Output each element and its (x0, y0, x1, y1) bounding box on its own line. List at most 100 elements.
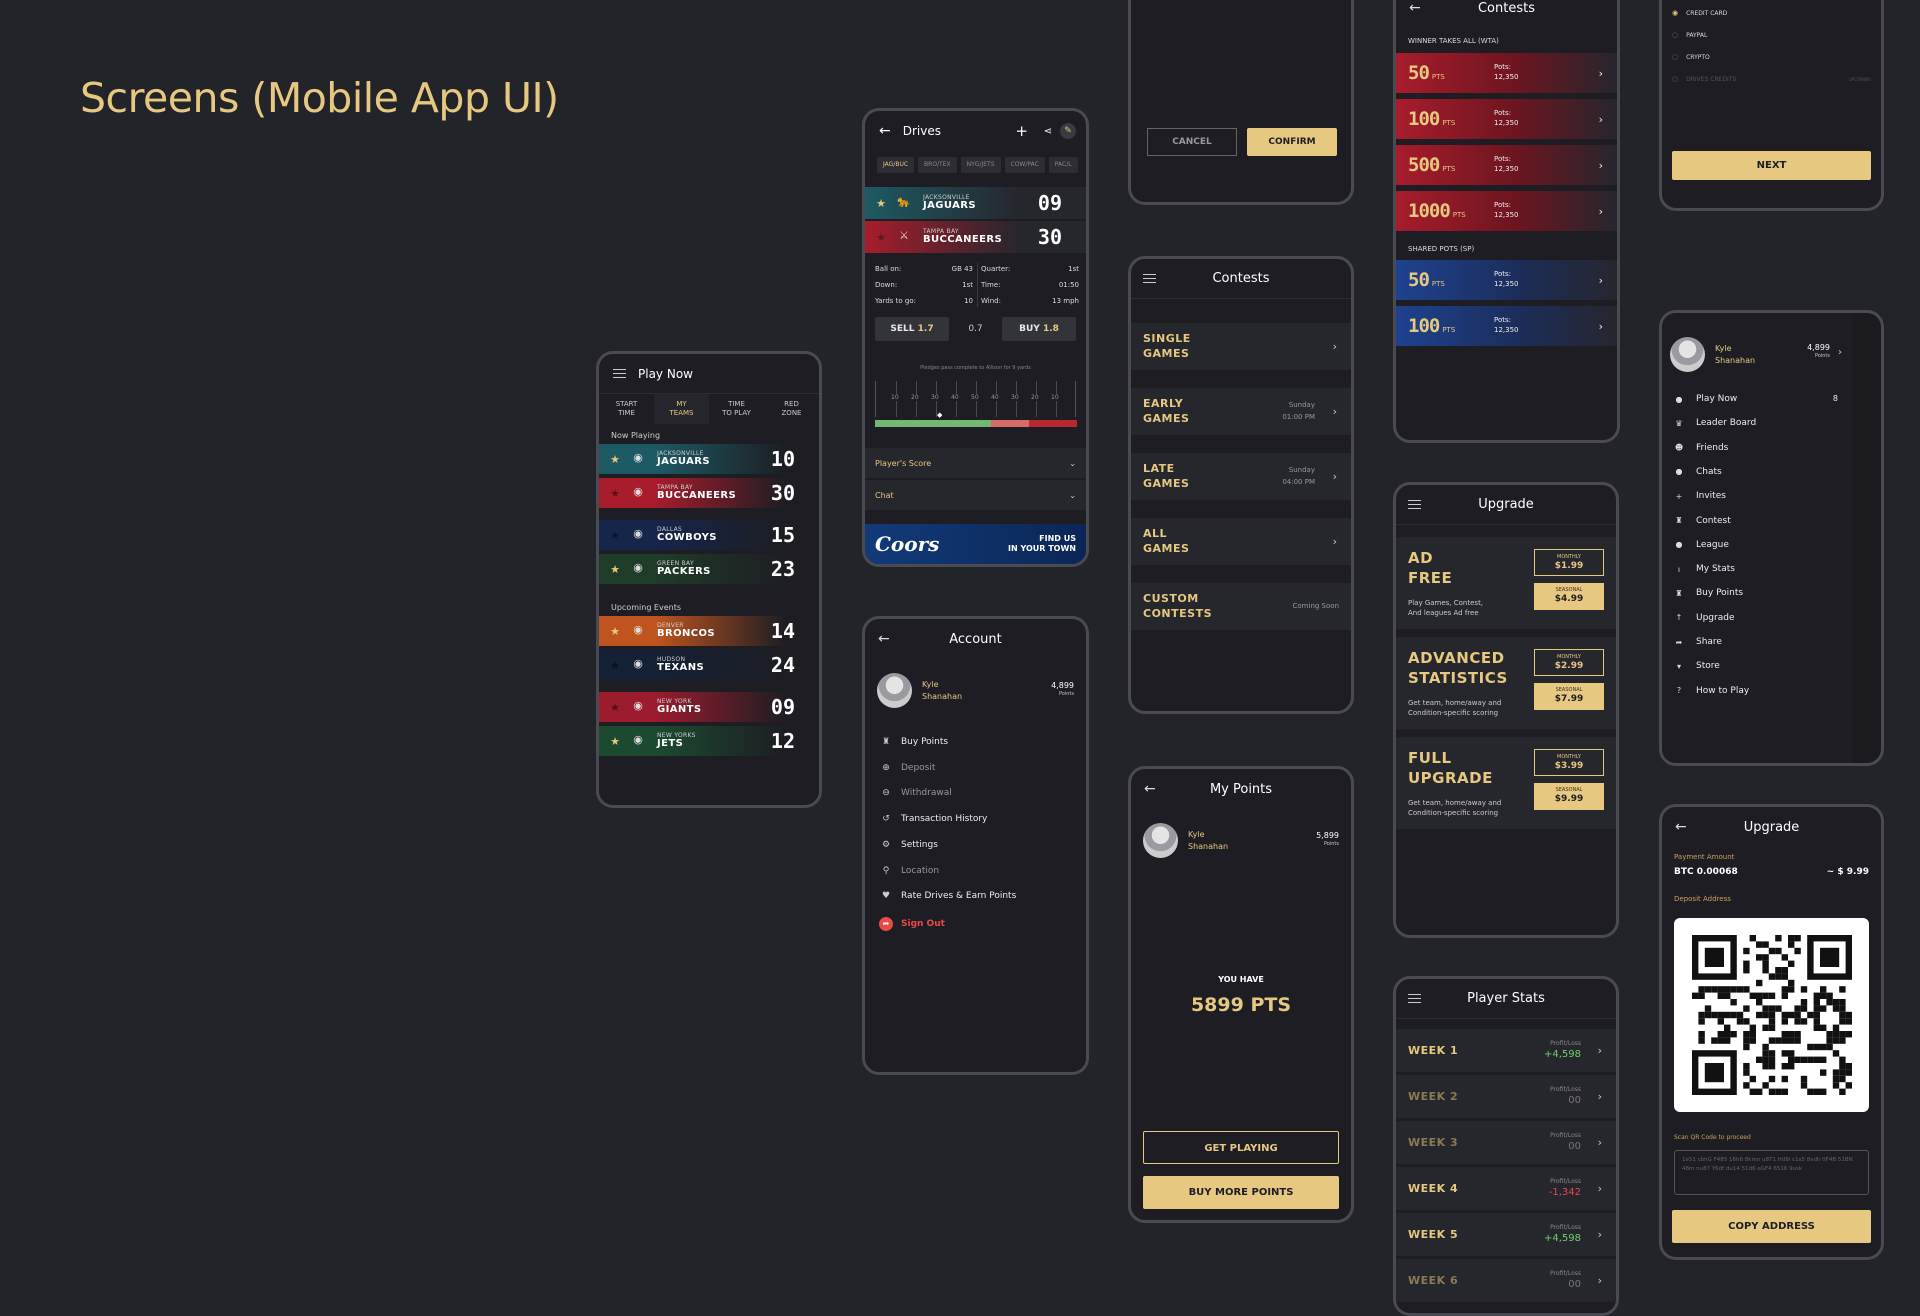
account-menu-item[interactable]: ⚙ Settings (879, 840, 938, 850)
team-row[interactable]: ★ ◉ DENVER BRONCOS 14 (599, 616, 819, 646)
confirm-button[interactable]: CONFIRM (1247, 128, 1337, 156)
game-tab[interactable]: NYG/JETS (960, 157, 1001, 173)
players-score-section[interactable]: Player's Score ⌄ (865, 448, 1086, 478)
deposit-address-field[interactable]: 1e51 cbhG F485 16h6 8kmn u8T1 Hd9l c1s5 … (1674, 1150, 1869, 1195)
account-menu-item[interactable]: ⚲ Location (879, 866, 939, 876)
seasonal-price-button[interactable]: SEASONAL $4.99 (1534, 583, 1604, 610)
chevron-right-icon[interactable]: › (1838, 347, 1842, 358)
week-row[interactable]: WEEK 5 Profit/Loss +4,598 › (1396, 1213, 1616, 1256)
side-menu-item[interactable]: ♜ Buy Points (1674, 588, 1743, 598)
account-menu-item[interactable]: ➦ Sign Out (879, 916, 945, 931)
side-menu-item[interactable]: ♛ Leader Board (1674, 418, 1756, 428)
menu-icon[interactable] (1408, 994, 1421, 1003)
back-arrow-icon[interactable]: ← (1675, 819, 1687, 835)
menu-icon[interactable] (1408, 500, 1421, 509)
pin-icon[interactable]: ✎ (1060, 123, 1076, 139)
side-menu-item[interactable]: ▾ Store (1674, 661, 1720, 671)
account-menu-item[interactable]: ♜ Buy Points (879, 737, 948, 747)
cancel-button[interactable]: CANCEL (1147, 128, 1237, 156)
pot-row[interactable]: 50 PTS Pots: 12,350 › (1396, 260, 1617, 300)
side-menu-item[interactable]: ı My Stats (1674, 564, 1735, 574)
account-menu-item[interactable]: ♥ Rate Drives & Earn Points (879, 891, 1016, 901)
side-menu-item[interactable]: ? How to Play (1674, 686, 1749, 696)
contest-item[interactable]: SINGLE GAMES › (1131, 323, 1351, 370)
team-row[interactable]: ★ ◉ HUDSON TEXANS 24 (599, 650, 819, 680)
copy-address-button[interactable]: COPY ADDRESS (1672, 1210, 1871, 1243)
menu-icon[interactable] (1143, 274, 1156, 283)
week-row[interactable]: WEEK 2 Profit/Loss 00 › (1396, 1075, 1616, 1118)
star-icon[interactable]: ★ (607, 701, 623, 714)
star-icon[interactable]: ★ (607, 735, 623, 748)
add-icon[interactable]: + (1015, 122, 1028, 140)
star-icon[interactable]: ★ (873, 231, 889, 244)
pot-row[interactable]: 100 PTS Pots: 12,350 › (1396, 99, 1617, 139)
pot-row[interactable]: 500 PTS Pots: 12,350 › (1396, 145, 1617, 185)
next-button[interactable]: NEXT (1672, 151, 1871, 180)
menu-icon[interactable] (613, 369, 626, 378)
contest-item[interactable]: LATE GAMES Sunday 04:00 PM › (1131, 453, 1351, 500)
radio-icon[interactable]: ○ (1672, 31, 1678, 39)
radio-icon[interactable]: ○ (1672, 53, 1678, 61)
star-icon[interactable]: ★ (607, 659, 623, 672)
tab-time-to-play[interactable]: TIME TO PLAY (709, 394, 764, 424)
back-arrow-icon[interactable]: ← (1409, 0, 1421, 16)
contest-item[interactable]: EARLY GAMES Sunday 01:00 PM › (1131, 388, 1351, 435)
pot-row[interactable]: 1000 PTS Pots: 12,350 › (1396, 191, 1617, 231)
game-tab[interactable]: BRO/TEX (918, 157, 957, 173)
game-tab[interactable]: JAG/BUC (877, 157, 915, 173)
chat-section[interactable]: Chat ⌄ (865, 480, 1086, 510)
side-menu-item[interactable]: ♜ Contest (1674, 516, 1730, 526)
profile-row[interactable]: Kyle Shanahan (877, 673, 962, 708)
buy-button[interactable]: BUY 1.8 (1002, 317, 1076, 341)
profile-row[interactable]: Kyle Shanahan (1143, 823, 1228, 858)
star-icon[interactable]: ★ (873, 197, 889, 210)
side-menu-item[interactable]: ↑ Upgrade (1674, 613, 1735, 623)
team-row[interactable]: ★ ◉ JACKSONVILLE JAGUARS 10 (599, 444, 819, 474)
star-icon[interactable]: ★ (607, 563, 623, 576)
seasonal-price-button[interactable]: SEASONAL $7.99 (1534, 683, 1604, 710)
contest-item[interactable]: ALL GAMES › (1131, 518, 1351, 565)
star-icon[interactable]: ★ (607, 529, 623, 542)
side-menu-item[interactable]: + Invites (1674, 491, 1726, 501)
side-menu-item[interactable]: ● Play Now (1674, 394, 1738, 404)
tab-my-teams[interactable]: MY TEAMS (654, 394, 709, 424)
monthly-price-button[interactable]: MONTHLY $3.99 (1534, 749, 1604, 776)
team-row[interactable]: ★ ◉ GREEN BAY PACKERS 23 (599, 554, 819, 584)
team-row[interactable]: ★ ◉ TAMPA BAY BUCCANEERS 30 (599, 478, 819, 508)
payment-option[interactable]: ◉ CREDIT CARD (1672, 9, 1871, 17)
profile-row[interactable]: Kyle Shanahan (1670, 337, 1755, 372)
payment-option[interactable]: ○ PAYPAL (1672, 31, 1871, 39)
contest-item[interactable]: CUSTOM CONTESTS Coming Soon (1131, 583, 1351, 630)
pot-row[interactable]: 50 PTS Pots: 12,350 › (1396, 53, 1617, 93)
account-menu-item[interactable]: ⊕ Deposit (879, 763, 935, 773)
back-arrow-icon[interactable]: ← (879, 123, 891, 139)
account-menu-item[interactable]: ⊖ Withdrawal (879, 788, 952, 798)
back-arrow-icon[interactable]: ← (878, 631, 890, 647)
get-playing-button[interactable]: GET PLAYING (1143, 1131, 1339, 1164)
team-row[interactable]: ★ ◉ DALLAS COWBOYS 15 (599, 520, 819, 550)
payment-option[interactable]: ○ CRYPTO (1672, 53, 1871, 61)
game-tab[interactable]: COW/PAC (1004, 157, 1045, 173)
week-row[interactable]: WEEK 3 Profit/Loss 00 › (1396, 1121, 1616, 1164)
monthly-price-button[interactable]: MONTHLY $2.99 (1534, 649, 1604, 676)
side-menu-item[interactable]: ● Chats (1674, 467, 1722, 477)
sell-button[interactable]: SELL 1.7 (875, 317, 949, 341)
tab-start-time[interactable]: START TIME (599, 394, 654, 424)
side-menu-item[interactable]: ➦ Share (1674, 637, 1722, 647)
payment-option[interactable]: ○ DRIVES CREDITS UPCOMING (1672, 75, 1871, 83)
week-row[interactable]: WEEK 1 Profit/Loss +4,598 › (1396, 1029, 1616, 1072)
side-menu-item[interactable]: ☻ Friends (1674, 443, 1729, 453)
coors-ad-banner[interactable]: Coors FIND US IN YOUR TOWN (865, 524, 1086, 564)
star-icon[interactable]: ★ (607, 453, 623, 466)
seasonal-price-button[interactable]: SEASONAL $9.99 (1534, 783, 1604, 810)
game-tab[interactable]: PAC/L (1048, 157, 1078, 173)
side-menu-item[interactable]: ● League (1674, 540, 1729, 550)
team-row[interactable]: ★ ◉ NEW YORKS JETS 12 (599, 726, 819, 756)
week-row[interactable]: WEEK 4 Profit/Loss -1,342 › (1396, 1167, 1616, 1210)
team-row[interactable]: ★ ◉ NEW YORK GIANTS 09 (599, 692, 819, 722)
pot-row[interactable]: 100 PTS Pots: 12,350 › (1396, 306, 1617, 346)
week-row[interactable]: WEEK 6 Profit/Loss 00 › (1396, 1259, 1616, 1302)
monthly-price-button[interactable]: MONTHLY $1.99 (1534, 549, 1604, 576)
buy-more-points-button[interactable]: BUY MORE POINTS (1143, 1176, 1339, 1209)
share-icon[interactable]: ⋖ (1044, 126, 1052, 137)
